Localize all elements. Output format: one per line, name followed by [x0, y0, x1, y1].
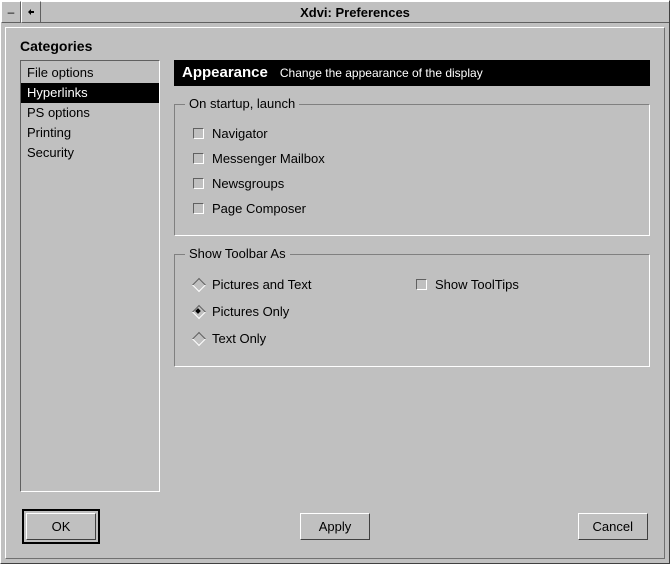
sidebar-item-ps-options[interactable]: PS options	[21, 103, 159, 123]
window-menu-button[interactable]: –	[1, 1, 21, 23]
radio-row-pictures-only[interactable]: Pictures Only	[189, 298, 412, 325]
categories-list[interactable]: File options Hyperlinks PS options Print…	[20, 60, 160, 492]
cancel-button[interactable]: Cancel	[578, 513, 648, 540]
radio-row-text-only[interactable]: Text Only	[189, 325, 412, 352]
radio-icon	[193, 333, 204, 344]
default-button-frame: OK	[22, 509, 100, 544]
startup-legend: On startup, launch	[185, 96, 299, 111]
panel-subtitle: Change the appearance of the display	[280, 66, 483, 80]
button-row: OK Apply Cancel	[22, 509, 648, 544]
checkbox-label: Newsgroups	[212, 176, 284, 191]
radio-label: Pictures Only	[212, 304, 289, 319]
radio-row-pictures-text[interactable]: Pictures and Text	[189, 271, 412, 298]
main-panel: Appearance Change the appearance of the …	[174, 60, 650, 492]
sidebar-item-printing[interactable]: Printing	[21, 123, 159, 143]
radio-label: Text Only	[212, 331, 266, 346]
checkbox-row-tooltips[interactable]: Show ToolTips	[412, 271, 635, 298]
sidebar-item-label: Printing	[27, 125, 71, 140]
checkbox-row-navigator[interactable]: Navigator	[189, 121, 635, 146]
titlebar: – Xdvi: Preferences	[1, 1, 669, 23]
toolbar-group: Show Toolbar As Pictures and Text Pictur…	[174, 254, 650, 367]
checkbox-icon	[193, 128, 204, 139]
sidebar-item-label: PS options	[27, 105, 90, 120]
window-title: Xdvi: Preferences	[41, 1, 669, 23]
toolbar-legend: Show Toolbar As	[185, 246, 290, 261]
checkbox-icon	[193, 153, 204, 164]
sidebar-item-hyperlinks[interactable]: Hyperlinks	[21, 83, 159, 103]
apply-button[interactable]: Apply	[300, 513, 370, 540]
sidebar-item-label: Security	[27, 145, 74, 160]
checkbox-icon	[416, 279, 427, 290]
panel-title: Appearance	[182, 64, 268, 81]
radio-label: Pictures and Text	[212, 277, 311, 292]
checkbox-icon	[193, 178, 204, 189]
checkbox-icon	[193, 203, 204, 214]
checkbox-row-newsgroups[interactable]: Newsgroups	[189, 171, 635, 196]
panel-header: Appearance Change the appearance of the …	[174, 60, 650, 86]
checkbox-row-page-composer[interactable]: Page Composer	[189, 196, 635, 221]
radio-icon	[193, 279, 204, 290]
checkbox-row-messenger[interactable]: Messenger Mailbox	[189, 146, 635, 171]
preferences-window: – Xdvi: Preferences Categories File opti…	[0, 0, 670, 564]
sidebar-item-label: Hyperlinks	[27, 85, 88, 100]
content-area: Categories File options Hyperlinks PS op…	[5, 27, 665, 559]
window-pin-button[interactable]	[21, 1, 41, 23]
radio-icon	[193, 306, 204, 317]
sidebar-item-file-options[interactable]: File options	[21, 63, 159, 83]
ok-button[interactable]: OK	[26, 513, 96, 540]
panels: File options Hyperlinks PS options Print…	[20, 60, 650, 492]
checkbox-label: Show ToolTips	[435, 277, 519, 292]
categories-heading: Categories	[20, 38, 650, 54]
startup-group: On startup, launch Navigator Messenger M…	[174, 104, 650, 236]
checkbox-label: Page Composer	[212, 201, 306, 216]
sidebar-item-label: File options	[27, 65, 93, 80]
pin-icon	[26, 7, 36, 17]
sidebar-item-security[interactable]: Security	[21, 143, 159, 163]
checkbox-label: Messenger Mailbox	[212, 151, 325, 166]
checkbox-label: Navigator	[212, 126, 268, 141]
